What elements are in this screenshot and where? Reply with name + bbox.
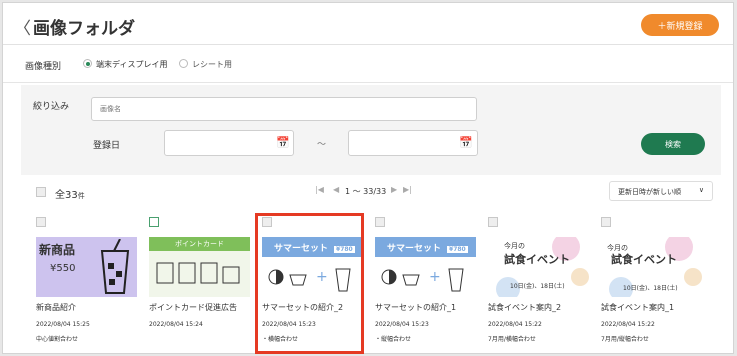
card-tag: ・縦幅合わせ (375, 336, 412, 343)
prev-page-icon[interactable]: ◀ (333, 185, 339, 194)
date-label: 登録日 (93, 141, 121, 151)
card-name[interactable]: サマーセットの紹介_1 (375, 302, 456, 313)
card-date: 2022/08/04 15:22 (601, 321, 655, 328)
drink-cup-icon (100, 239, 130, 294)
card-checkbox[interactable] (149, 217, 159, 227)
date-from-input[interactable] (164, 130, 294, 156)
first-page-icon[interactable]: |◀ (315, 185, 324, 194)
card-date: 2022/08/04 15:22 (488, 321, 542, 328)
food-drink-illustration: + (381, 268, 464, 292)
card-checkbox[interactable] (601, 217, 611, 227)
select-all-checkbox[interactable] (36, 187, 46, 197)
radio-receipt-label[interactable]: レシート用 (192, 59, 232, 70)
chevron-down-icon: ∨ (698, 186, 704, 194)
sort-select[interactable]: 更新日時が新しい順 ∨ (609, 181, 713, 201)
thumbnail-new-item[interactable]: 新商品 ¥550 (36, 237, 137, 297)
filter-panel: 絞り込み 登録日 📅 ～ 📅 (21, 85, 721, 175)
calendar-icon[interactable]: 📅 (459, 137, 473, 148)
card-date: 2022/08/04 15:23 (375, 321, 429, 328)
card-name[interactable]: ポイントカード促進広告 (149, 302, 237, 313)
image-name-input[interactable] (91, 97, 477, 121)
filter-label: 絞り込み (33, 102, 70, 112)
image-type-label: 画像種別 (25, 62, 62, 72)
total-count: 全33件 (55, 190, 85, 201)
card-tag: 7月用/横幅合わせ (488, 336, 536, 343)
thumbnail-summer-set[interactable]: サマーセット ¥780 + (375, 237, 476, 297)
next-page-icon[interactable]: ▶ (391, 185, 397, 194)
card-date: 2022/08/04 15:25 (36, 321, 90, 328)
card-name[interactable]: 試食イベント案内_1 (601, 302, 674, 313)
image-type-row: 画像種別 端末ディスプレイ用 レシート用 (3, 45, 733, 83)
cups-illustration (156, 262, 240, 284)
radio-receipt[interactable] (179, 59, 188, 68)
page-range: 1 ～ 33/33 (345, 187, 387, 196)
back-icon[interactable]: 〈 (14, 14, 31, 39)
thumbnail-tasting-event[interactable]: 今月の 試食イベント 10日(金)、18日(土) (601, 237, 702, 297)
thumbnail-tasting-event[interactable]: 今月の 試食イベント 10日(金)、18日(土) (488, 237, 589, 297)
selected-card-highlight (255, 213, 364, 354)
app-frame: 〈 画像フォルダ ＋新規登録 画像種別 端末ディスプレイ用 レシート用 絞り込み… (2, 2, 734, 354)
card-date: 2022/08/04 15:24 (149, 321, 203, 328)
header: 〈 画像フォルダ ＋新規登録 (3, 3, 733, 45)
card-name[interactable]: 試食イベント案内_2 (488, 302, 561, 313)
last-page-icon[interactable]: ▶| (403, 185, 412, 194)
new-register-button[interactable]: ＋新規登録 (641, 14, 719, 36)
card-checkbox[interactable] (488, 217, 498, 227)
radio-display-label[interactable]: 端末ディスプレイ用 (96, 59, 167, 70)
page-title: 画像フォルダ (33, 19, 135, 39)
radio-display[interactable] (83, 59, 92, 68)
thumbnail-point-card[interactable]: ポイントカード (149, 237, 250, 297)
card-checkbox[interactable] (36, 217, 46, 227)
card-tag: 中心値割合わせ (36, 336, 79, 343)
svg-text:+: + (429, 269, 441, 285)
card-checkbox[interactable] (375, 217, 385, 227)
search-button[interactable]: 検索 (641, 133, 705, 155)
card-name[interactable]: 新商品紹介 (36, 302, 76, 313)
range-separator: ～ (317, 140, 327, 150)
card-tag: 7月用/縦幅合わせ (601, 336, 649, 343)
calendar-icon[interactable]: 📅 (276, 137, 290, 148)
